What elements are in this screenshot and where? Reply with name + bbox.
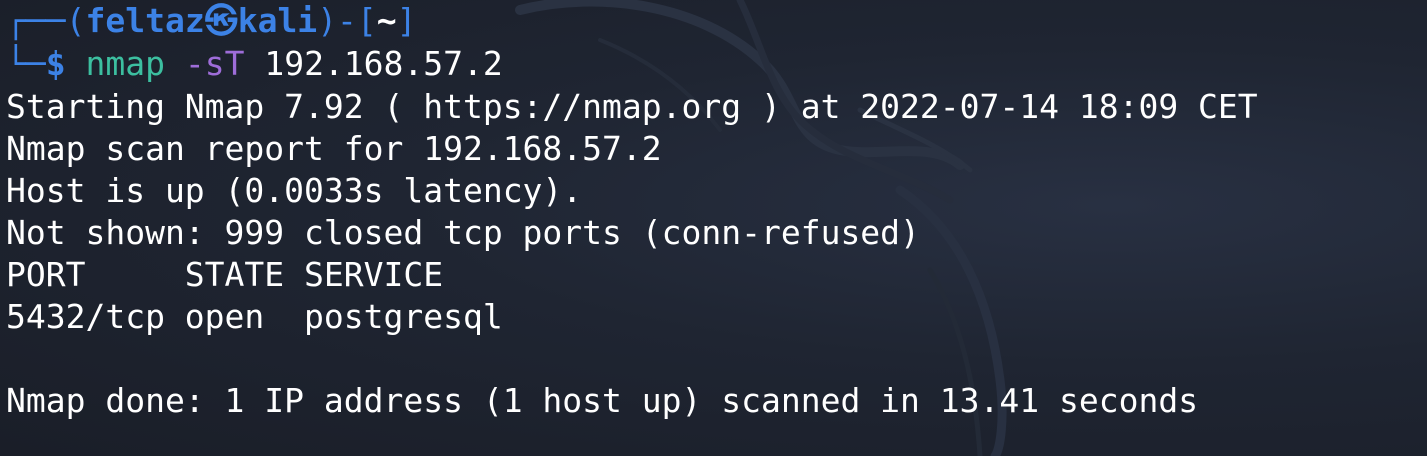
prompt-corner: └─ bbox=[6, 44, 46, 83]
output-line-port-row: 5432/tcp open postgresql bbox=[6, 297, 503, 336]
terminal-window[interactable]: ┌──(feltaz㉿kali)-[~] └─$ nmap -sT 192.16… bbox=[0, 0, 1427, 456]
output-line-blank bbox=[6, 338, 1416, 380]
output-line-done: Nmap done: 1 IP address (1 host up) scan… bbox=[6, 381, 1199, 420]
prompt-user: feltaz bbox=[85, 1, 205, 40]
terminal-screen[interactable]: ┌──(feltaz㉿kali)-[~] └─$ nmap -sT 192.16… bbox=[6, 0, 1416, 456]
command-flag: -sT bbox=[184, 44, 245, 83]
output-line-start: Starting Nmap 7.92 ( https://nmap.org ) … bbox=[6, 87, 1258, 126]
prompt-directory: ~ bbox=[376, 1, 397, 40]
prompt-line: ┌──(feltaz㉿kali)-[~] bbox=[6, 0, 1416, 41]
command-line[interactable]: └─$ nmap -sT 192.168.57.2 bbox=[6, 41, 1416, 86]
output-line-not-shown: Not shown: 999 closed tcp ports (conn-re… bbox=[6, 213, 920, 252]
command-argument: 192.168.57.2 bbox=[264, 44, 503, 83]
prompt-host-symbol: ㉿ bbox=[204, 1, 238, 40]
output-line-host-up: Host is up (0.0033s latency). bbox=[6, 171, 583, 210]
output-line-table-header: PORT STATE SERVICE bbox=[6, 255, 444, 294]
prompt-open-bracket: ┌──( bbox=[6, 1, 86, 40]
prompt-dollar: $ bbox=[45, 44, 66, 83]
prompt-close-dir: ] bbox=[396, 1, 417, 40]
command-name: nmap bbox=[85, 44, 165, 83]
prompt-host: kali bbox=[237, 1, 318, 40]
output-line-report: Nmap scan report for 192.168.57.2 bbox=[6, 129, 662, 168]
prompt-close-bracket: )-[ bbox=[317, 1, 377, 40]
